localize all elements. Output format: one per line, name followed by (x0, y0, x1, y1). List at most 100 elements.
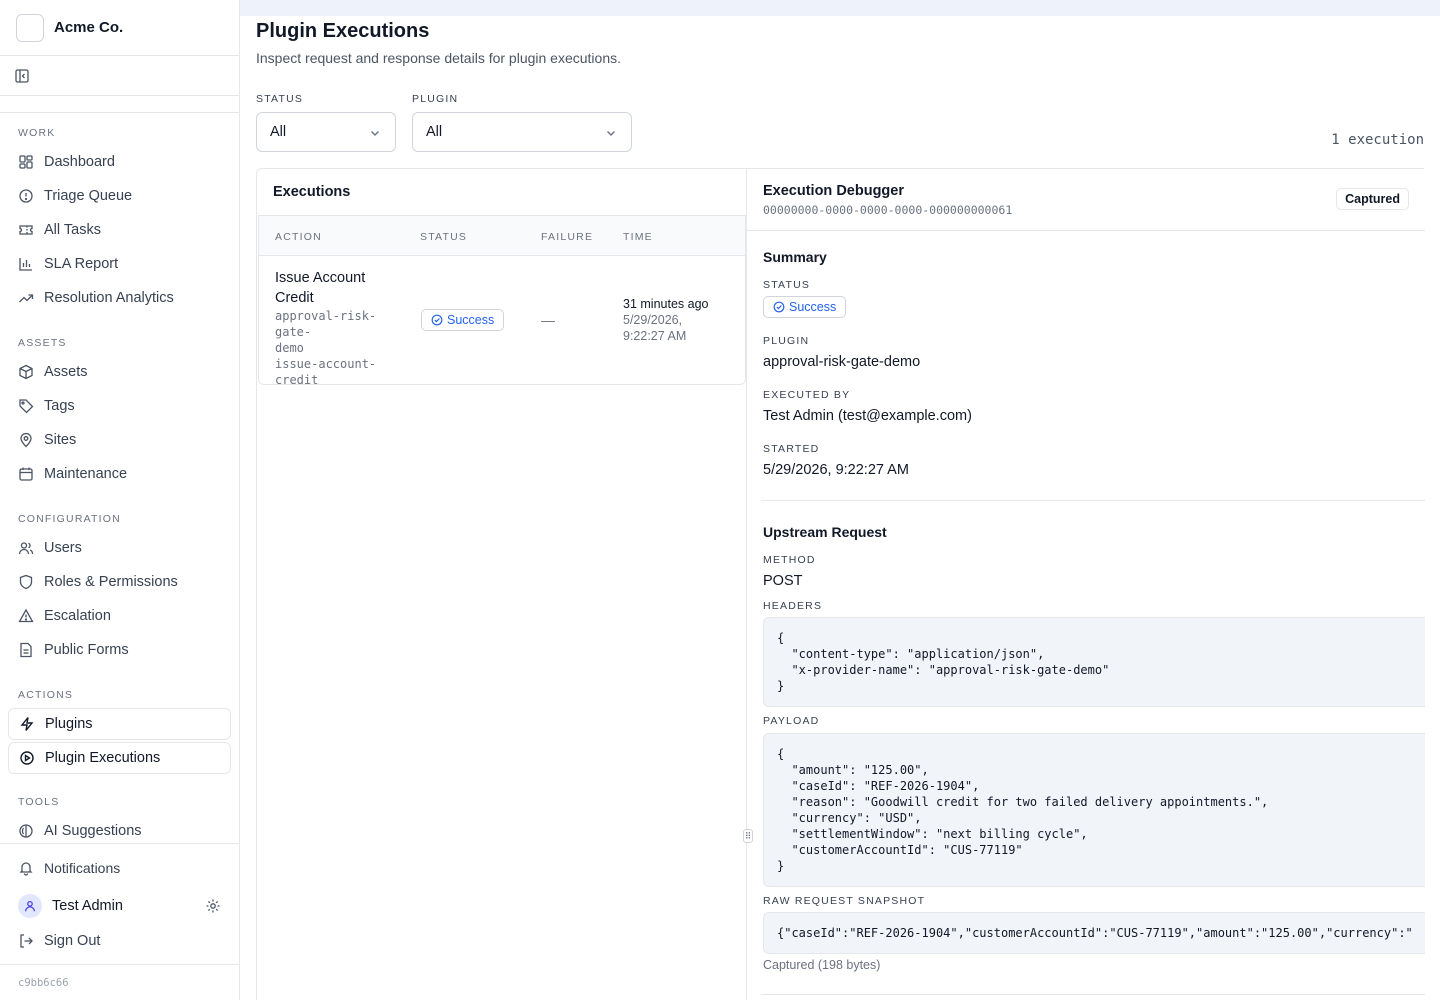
sidebar-item-dashboard[interactable]: Dashboard (0, 145, 239, 179)
sidebar-item-maintenance[interactable]: Maintenance (0, 457, 239, 491)
avatar (18, 894, 42, 918)
check-circle-icon (431, 314, 443, 326)
chevron-down-icon (371, 131, 379, 136)
play-circle-icon (20, 751, 34, 765)
page-subtitle: Inspect request and response details for… (256, 50, 622, 66)
executions-panel: Executions ACTION STATUS FAILURE TIME Is… (257, 169, 753, 1000)
summary-status: Success (763, 296, 847, 318)
column-header-action[interactable]: ACTION (275, 231, 322, 243)
column-header-time[interactable]: TIME (623, 231, 653, 243)
sidebar-item-label: Tags (44, 398, 75, 414)
sidebar-collapse-icon (15, 68, 29, 83)
status-filter-value: All (270, 124, 287, 140)
map-pin-icon (20, 432, 32, 448)
status-filter-select[interactable]: All (256, 112, 396, 152)
sidebar-item-tags[interactable]: Tags (0, 389, 239, 423)
sidebar-item-label: Escalation (44, 608, 111, 624)
sidebar-item-label: Dashboard (44, 154, 115, 170)
bar-chart-icon (19, 258, 32, 271)
warning-triangle-icon (18, 608, 34, 623)
brand-name: Acme Co. (54, 19, 124, 36)
sidebar-item-label: AI Suggestions (44, 823, 142, 839)
payload-label: PAYLOAD (763, 715, 820, 727)
execution-debugger-panel: Execution Debugger 00000000-0000-0000-00… (747, 169, 1425, 1000)
section-label-actions: ACTIONS (18, 689, 74, 701)
sidebar-item-sla-report[interactable]: SLA Report (0, 247, 239, 281)
calendar-icon (19, 467, 33, 481)
executions-workspace: Executions ACTION STATUS FAILURE TIME Is… (256, 168, 1425, 1000)
sidebar-item-all-tasks[interactable]: All Tasks (0, 213, 239, 247)
sidebar-item-label: Roles & Permissions (44, 574, 178, 590)
headers-code-block: { "content-type": "application/json", "x… (763, 617, 1425, 707)
debugger-header: Execution Debugger 00000000-0000-0000-00… (747, 169, 1425, 231)
sidebar-item-assets[interactable]: Assets (0, 355, 239, 389)
time-cell: 31 minutes ago 5/29/2026, 9:22:27 AM (623, 296, 708, 344)
sidebar-item-resolution-analytics[interactable]: Resolution Analytics (0, 281, 239, 315)
status-badge: Success (421, 309, 505, 331)
upstream-request-heading: Upstream Request (763, 524, 887, 540)
collapse-sidebar-button[interactable] (0, 56, 239, 96)
sidebar-item-plugin-executions[interactable]: Plugin Executions (8, 742, 231, 774)
gear-icon[interactable] (205, 898, 221, 914)
section-divider (761, 500, 1425, 501)
section-label-assets: ASSETS (18, 337, 67, 349)
users-icon (18, 542, 34, 555)
action-slug: credit (275, 373, 319, 387)
sidebar-item-triage-queue[interactable]: Triage Queue (0, 179, 239, 213)
section-label-configuration: CONFIGURATION (18, 513, 121, 525)
shield-icon (19, 574, 33, 590)
version-divider (0, 964, 239, 965)
status-badge-label: Success (789, 300, 837, 314)
section-divider (761, 994, 1425, 995)
sidebar-item-ai-suggestions[interactable]: AI Suggestions (0, 814, 239, 842)
section-label-tools: TOOLS (18, 796, 60, 808)
summary-plugin: approval-risk-gate-demo (763, 354, 921, 370)
execution-count: 1 execution (1331, 132, 1424, 148)
user-menu[interactable]: Test Admin (0, 888, 239, 924)
package-icon (19, 364, 33, 380)
user-name: Test Admin (52, 898, 123, 914)
plugin-filter-select[interactable]: All (412, 112, 632, 152)
main-content: Plugin Executions Inspect request and re… (240, 16, 1425, 1000)
sidebar-item-label: Triage Queue (44, 188, 133, 204)
action-plugin-id: demo (275, 341, 304, 355)
brand-logo (16, 13, 44, 42)
status-cell: Success (421, 309, 505, 331)
tag-icon (19, 399, 34, 414)
sidebar-item-users[interactable]: Users (0, 531, 239, 565)
sidebar-nav: WORK Dashboard Triage Queue All Tasks SL… (0, 112, 239, 842)
brand[interactable]: Acme Co. (0, 0, 239, 56)
sidebar-item-label: Sites (44, 432, 77, 448)
plugin-filter-value: All (426, 124, 443, 140)
summary-started: 5/29/2026, 9:22:27 AM (763, 462, 909, 478)
lightning-icon (20, 717, 34, 731)
table-row[interactable]: Issue Account Credit approval-risk-gate-… (259, 256, 745, 387)
summary-status-label: STATUS (763, 279, 811, 291)
debugger-title: Execution Debugger (763, 183, 904, 199)
status-badge: Success (763, 296, 847, 318)
sidebar-item-roles-permissions[interactable]: Roles & Permissions (0, 565, 239, 599)
status-badge-label: Success (447, 313, 495, 327)
plugin-filter-label: PLUGIN (412, 93, 459, 105)
summary-plugin-label: PLUGIN (763, 335, 810, 347)
top-strip (240, 0, 1440, 16)
sign-out-icon (20, 934, 33, 948)
notifications-link[interactable]: Notifications (0, 851, 239, 885)
sidebar-item-label: Plugins (45, 716, 93, 732)
sidebar-footer: Notifications Test Admin Sign Out (0, 843, 239, 958)
raw-snapshot-size: Captured (198 bytes) (763, 958, 881, 972)
sidebar-item-public-forms[interactable]: Public Forms (0, 633, 239, 667)
sidebar-item-plugins[interactable]: Plugins (8, 708, 231, 740)
sidebar-item-sites[interactable]: Sites (0, 423, 239, 457)
executions-table: ACTION STATUS FAILURE TIME Issue Account… (258, 215, 746, 387)
user-icon (24, 900, 36, 912)
time-relative: 31 minutes ago (623, 297, 709, 311)
column-header-failure[interactable]: FAILURE (541, 231, 593, 243)
action-name-line: Credit (275, 290, 314, 306)
action-name-line: Issue Account (275, 270, 366, 286)
column-header-status[interactable]: STATUS (420, 231, 467, 243)
section-label-work: WORK (18, 127, 56, 139)
sidebar-item-escalation[interactable]: Escalation (0, 599, 239, 633)
sign-out-button[interactable]: Sign Out (0, 924, 239, 958)
time-absolute: 9:22:27 AM (623, 329, 687, 343)
